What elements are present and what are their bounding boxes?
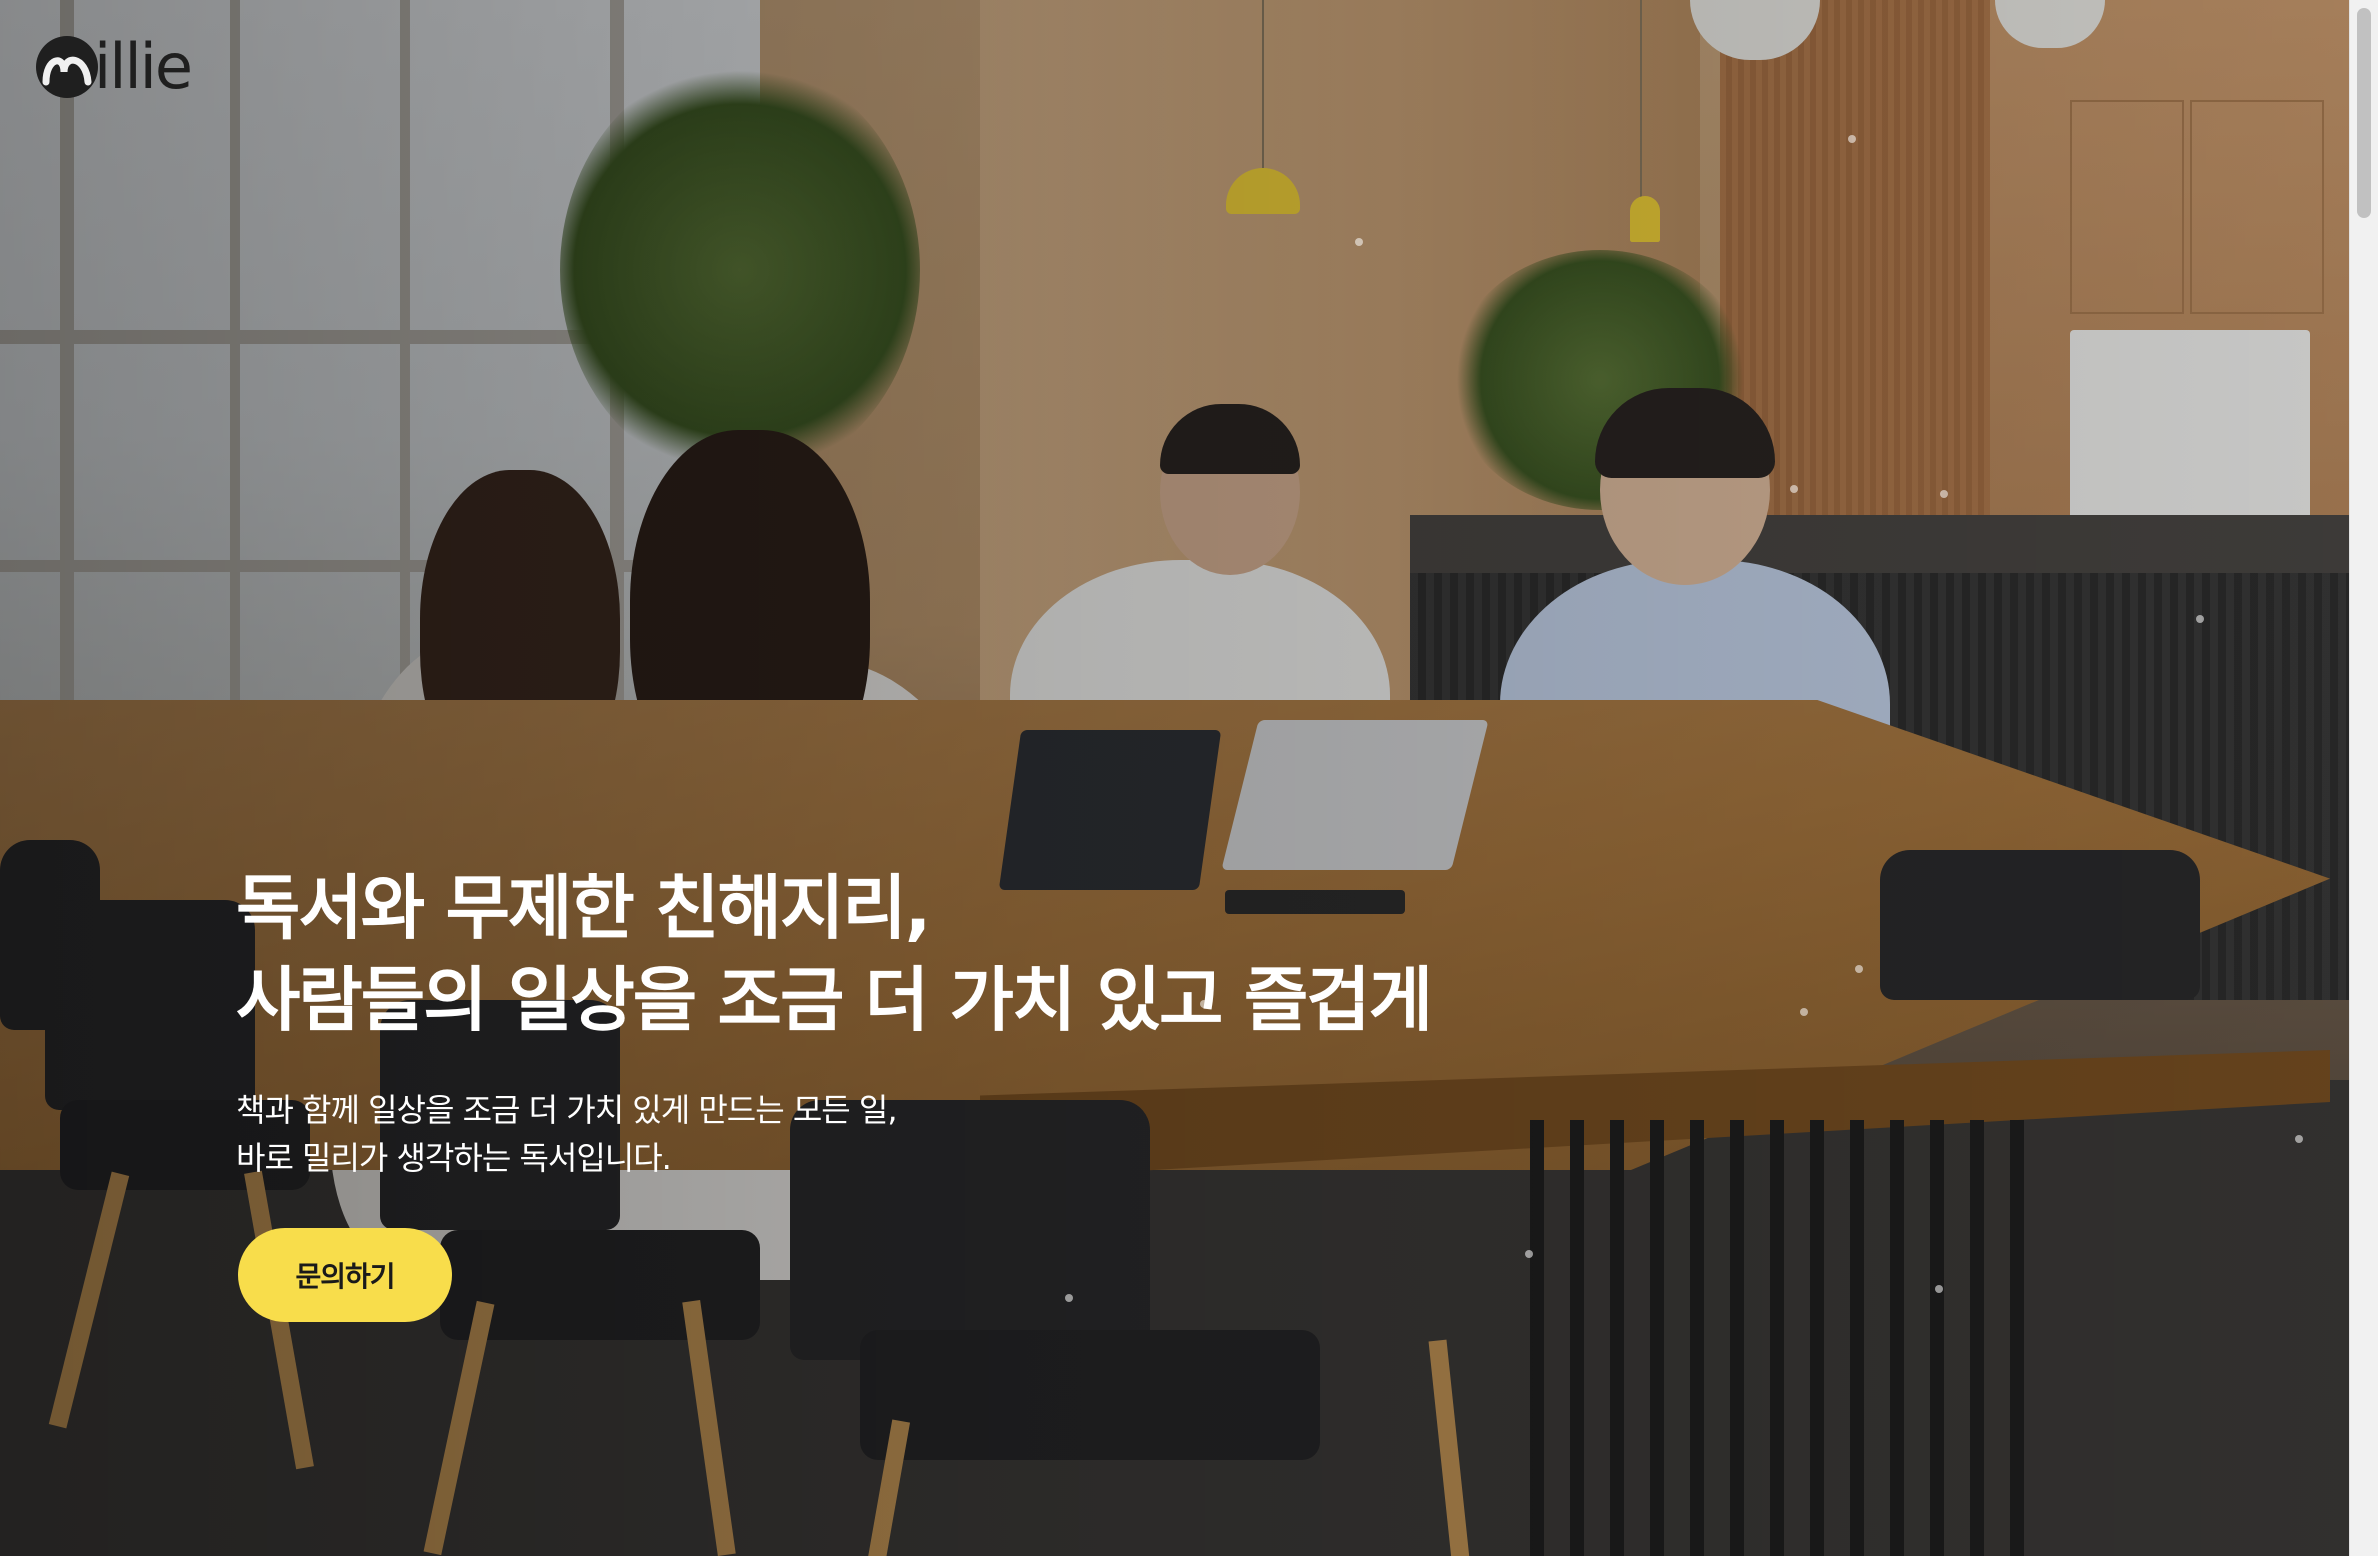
- hero-title-line: 사람들의 일상을 조금 더 가치 있고 즐겁게: [236, 959, 1433, 1041]
- page: illie 독서와 무제한 친해지리, 사람들의 일상을 조금 더 가치 있고 …: [0, 0, 2378, 1556]
- millie-logo[interactable]: illie: [36, 30, 193, 103]
- logo-wordmark: illie: [94, 30, 193, 103]
- page-scrollbar[interactable]: [2349, 0, 2378, 1556]
- sparkle: [1355, 238, 1363, 246]
- sparkle: [1848, 135, 1856, 143]
- sparkle: [1935, 1285, 1943, 1293]
- sparkle: [2295, 1135, 2303, 1143]
- hero-section: 독서와 무제한 친해지리, 사람들의 일상을 조금 더 가치 있고 즐겁게 책과…: [236, 862, 1736, 1182]
- scrollbar-thumb[interactable]: [2357, 8, 2371, 218]
- hero-background-photo: [0, 0, 2350, 1556]
- sparkle: [1855, 965, 1863, 973]
- sparkle: [1940, 490, 1948, 498]
- sparkle: [1065, 1294, 1073, 1302]
- hero-subtitle-line: 바로 밀리가 생각하는 독서입니다.: [236, 1139, 672, 1177]
- hero-subtitle: 책과 함께 일상을 조금 더 가치 있게 만드는 모든 일, 바로 밀리가 생각…: [236, 1086, 1736, 1182]
- m-glyph: [42, 56, 92, 86]
- millie-m-icon: [36, 36, 98, 98]
- image-overlay: [0, 0, 2350, 1556]
- sparkle: [1800, 1008, 1808, 1016]
- contact-button[interactable]: 문의하기: [238, 1228, 452, 1322]
- hero-title-line: 독서와 무제한 친해지리,: [236, 867, 931, 949]
- sparkle: [2196, 615, 2204, 623]
- sparkle: [1525, 1250, 1533, 1258]
- hero-title: 독서와 무제한 친해지리, 사람들의 일상을 조금 더 가치 있고 즐겁게: [236, 862, 1736, 1046]
- sparkle: [1790, 485, 1798, 493]
- hero-subtitle-line: 책과 함께 일상을 조금 더 가치 있게 만드는 모든 일,: [236, 1091, 898, 1129]
